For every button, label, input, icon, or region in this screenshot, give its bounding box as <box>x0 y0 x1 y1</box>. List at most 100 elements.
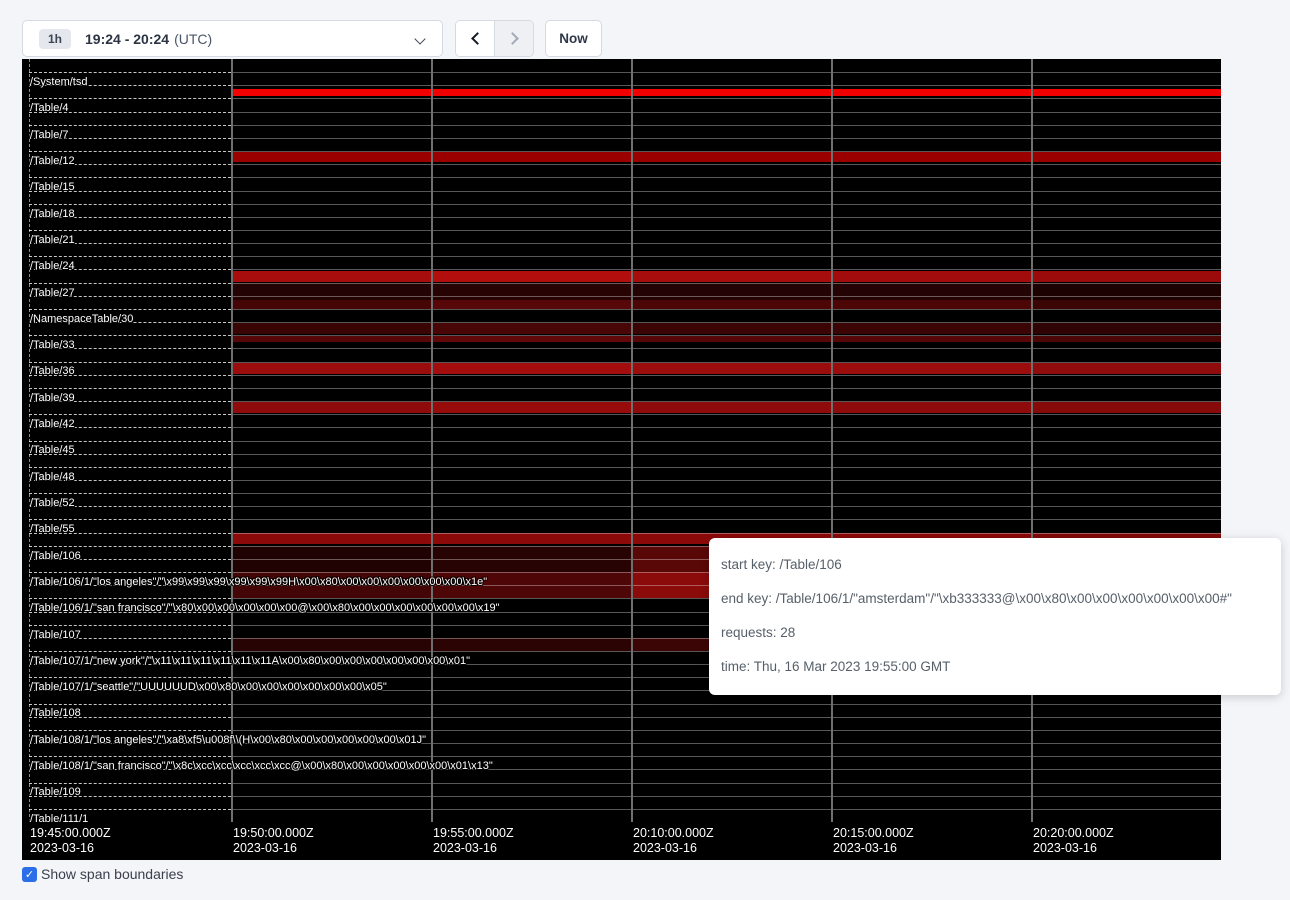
tick-date: 2023-03-16 <box>233 841 314 856</box>
span-boundary-line <box>231 467 1221 468</box>
prev-range-button[interactable] <box>456 21 495 56</box>
heatmap-band-cell[interactable] <box>431 323 631 334</box>
chevron-left-icon <box>471 32 484 45</box>
show-span-boundaries-checkbox[interactable]: ✓ <box>22 867 37 882</box>
time-range-text: 19:24 - 20:24 <box>85 31 169 47</box>
row-label: /Table/36 <box>30 365 75 377</box>
heatmap-band-cell[interactable] <box>631 402 831 413</box>
span-boundary-line <box>231 809 1221 810</box>
row-label: /Table/27 <box>30 287 75 299</box>
span-boundary-line <box>29 441 231 442</box>
heatmap-band-cell[interactable] <box>631 283 831 300</box>
heatmap-band-cell[interactable] <box>631 271 831 282</box>
time-gridline <box>231 59 233 822</box>
heatmap-band-cell[interactable] <box>431 152 631 162</box>
span-boundary-line <box>29 98 231 99</box>
heatmap-band-cell[interactable] <box>431 402 631 413</box>
heatmap-band-cell[interactable] <box>231 300 431 309</box>
heatmap-band-cell[interactable] <box>431 89 631 97</box>
heatmap-band-cell[interactable] <box>231 89 431 97</box>
heatmap-band-cell[interactable] <box>631 152 831 162</box>
row-label: /Table/21 <box>30 234 75 246</box>
heatmap-band-cell[interactable] <box>831 300 1031 309</box>
span-boundary-line <box>29 704 231 705</box>
heatmap-band-cell[interactable] <box>631 363 831 374</box>
span-boundary-line <box>231 506 1221 507</box>
heatmap-band-cell[interactable] <box>431 363 631 374</box>
heatmap-band-cell[interactable] <box>1031 152 1221 162</box>
heatmap-band-cell[interactable] <box>431 283 631 300</box>
heatmap-band-cell[interactable] <box>631 323 831 334</box>
heatmap-band-cell[interactable] <box>231 363 431 374</box>
tooltip-start-key: start key: /Table/106 <box>721 548 1269 582</box>
heatmap-band-cell[interactable] <box>231 402 431 413</box>
heatmap-band-cell[interactable] <box>431 638 631 651</box>
row-label: /Table/106/1/"san francisco"/"\x80\x00\x… <box>30 602 500 614</box>
heatmap-band-cell[interactable] <box>1031 271 1221 282</box>
heatmap-band-cell[interactable] <box>831 271 1031 282</box>
key-visualizer-canvas[interactable]: /System/tsd/Table/4/Table/7/Table/12/Tab… <box>22 59 1221 860</box>
heatmap-band-cell[interactable] <box>831 402 1031 413</box>
tick-time: 20:10:00.000Z <box>633 826 714 841</box>
time-tick: 19:50:00.000Z2023-03-16 <box>233 826 314 856</box>
time-range-selector[interactable]: 1h 19:24 - 20:24 (UTC) <box>22 20 443 57</box>
heatmap-band-cell[interactable] <box>231 283 431 300</box>
span-boundary-line <box>231 138 1221 139</box>
heatmap-band-cell[interactable] <box>1031 283 1221 300</box>
heatmap-band-cell[interactable] <box>1031 363 1221 374</box>
heatmap-band-cell[interactable] <box>431 336 631 342</box>
tick-date: 2023-03-16 <box>433 841 514 856</box>
heatmap-band-cell[interactable] <box>1031 89 1221 97</box>
row-label: /Table/107/1/"new york"/"\x11\x11\x11\x1… <box>30 655 470 667</box>
span-boundary-line <box>231 72 1221 73</box>
span-boundary-line <box>29 230 231 231</box>
heatmap-band-cell[interactable] <box>231 336 431 342</box>
heatmap-band-cell[interactable] <box>1031 402 1221 413</box>
heatmap-band-cell[interactable] <box>831 152 1031 162</box>
time-range-zone: (UTC) <box>174 31 212 47</box>
heatmap-chart-area[interactable]: /System/tsd/Table/4/Table/7/Table/12/Tab… <box>22 59 1221 822</box>
heatmap-band-cell[interactable] <box>831 89 1031 97</box>
span-boundary-line <box>231 783 1221 784</box>
time-tick: 20:10:00.000Z2023-03-16 <box>633 826 714 856</box>
tick-time: 19:50:00.000Z <box>233 826 314 841</box>
heatmap-band-cell[interactable] <box>631 336 831 342</box>
next-range-button[interactable] <box>495 21 533 56</box>
heatmap-band-cell[interactable] <box>631 300 831 309</box>
heatmap-band-cell[interactable] <box>231 323 431 334</box>
heatmap-band-cell[interactable] <box>431 271 631 282</box>
heatmap-band-cell[interactable] <box>231 533 431 544</box>
row-label: /System/tsd <box>30 76 87 88</box>
span-boundary-line <box>29 467 231 468</box>
span-boundary-line <box>29 625 231 626</box>
span-boundary-line <box>231 98 1221 99</box>
span-boundary-line <box>231 704 1221 705</box>
heatmap-band-cell[interactable] <box>431 300 631 309</box>
heatmap-band-cell[interactable] <box>631 89 831 97</box>
span-boundary-line <box>231 493 1221 494</box>
heatmap-band-cell[interactable] <box>1031 323 1221 334</box>
heatmap-band-cell[interactable] <box>831 336 1031 342</box>
span-boundary-line <box>29 651 231 652</box>
heatmap-band-cell[interactable] <box>831 323 1031 334</box>
heatmap-band-cell[interactable] <box>1031 336 1221 342</box>
span-boundary-line <box>231 717 1221 718</box>
row-label: /Table/18 <box>30 208 75 220</box>
heatmap-band-cell[interactable] <box>831 363 1031 374</box>
span-boundary-line <box>231 309 1221 310</box>
heatmap-band-cell[interactable] <box>231 271 431 282</box>
heatmap-band-cell[interactable] <box>231 152 431 162</box>
span-boundary-line <box>29 388 231 389</box>
heatmap-band-cell[interactable] <box>231 638 431 651</box>
chevron-right-icon <box>506 32 519 45</box>
now-button[interactable]: Now <box>545 20 602 57</box>
span-boundary-line <box>29 256 231 257</box>
heatmap-band-cell[interactable] <box>431 533 631 544</box>
span-boundary-line <box>231 296 1221 297</box>
span-boundary-line <box>29 151 231 152</box>
row-label: /Table/109 <box>30 786 81 798</box>
heatmap-band-cell[interactable] <box>831 283 1031 300</box>
heatmap-band-cell[interactable] <box>1031 300 1221 309</box>
span-boundary-line <box>231 125 1221 126</box>
tick-date: 2023-03-16 <box>1033 841 1114 856</box>
